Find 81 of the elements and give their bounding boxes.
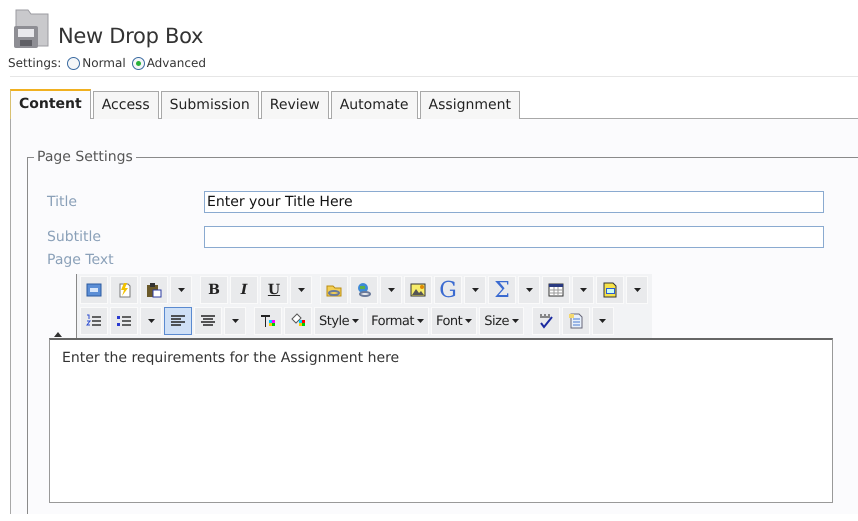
media-button[interactable] bbox=[596, 276, 624, 304]
editor-area[interactable]: Enter the requirements for the Assignment here bbox=[49, 338, 833, 503]
caret-icon bbox=[232, 319, 238, 323]
globe-link-button[interactable] bbox=[350, 276, 378, 304]
media-icon bbox=[602, 282, 618, 298]
dropdown-menu[interactable]: Style bbox=[314, 307, 364, 335]
bulleted-list-icon bbox=[116, 313, 132, 329]
tab[interactable]: Review bbox=[260, 91, 329, 119]
field-label: Subtitle bbox=[47, 228, 102, 244]
spell-check-button[interactable] bbox=[532, 307, 560, 335]
caret-icon bbox=[580, 288, 586, 292]
folder-link-button[interactable] bbox=[320, 276, 348, 304]
table-icon bbox=[548, 282, 564, 298]
caret-icon bbox=[472, 288, 478, 292]
caret-icon bbox=[416, 319, 424, 323]
numbered-list-icon bbox=[86, 313, 102, 329]
caret-icon bbox=[634, 288, 640, 292]
editor-text: Enter the requirements for the Assignment here bbox=[62, 350, 400, 366]
caret-icon bbox=[512, 319, 519, 323]
numbered-list-button[interactable] bbox=[80, 307, 108, 335]
dropdown-button[interactable] bbox=[518, 276, 540, 304]
field-label: Page Text bbox=[47, 252, 115, 270]
format-button[interactable]: G bbox=[434, 276, 462, 304]
input-field[interactable]: Enter your Title Here bbox=[204, 190, 824, 212]
table-button[interactable] bbox=[542, 276, 570, 304]
input-field[interactable] bbox=[204, 226, 824, 248]
dropdown-button[interactable] bbox=[592, 307, 614, 335]
caret-icon bbox=[178, 288, 184, 292]
radio-option[interactable]: Advanced bbox=[132, 56, 206, 70]
dropdown-button[interactable] bbox=[572, 276, 594, 304]
tab[interactable]: Access bbox=[92, 91, 159, 119]
window-icon bbox=[86, 282, 102, 298]
align-center-icon bbox=[200, 313, 216, 329]
caret-icon bbox=[599, 319, 606, 323]
bulleted-list-button[interactable] bbox=[110, 307, 138, 335]
image-icon bbox=[410, 282, 426, 298]
text-color-icon bbox=[260, 313, 276, 329]
template-icon bbox=[568, 313, 584, 329]
tab[interactable]: Submission bbox=[160, 91, 259, 119]
format-button[interactable]: Σ bbox=[488, 276, 516, 304]
format-button[interactable]: U bbox=[260, 276, 288, 304]
image-button[interactable] bbox=[404, 276, 432, 304]
dropdown-button[interactable] bbox=[380, 276, 402, 304]
paint-bucket-icon bbox=[290, 313, 306, 329]
field-label: Title bbox=[47, 194, 78, 210]
globe-link-icon bbox=[356, 282, 372, 298]
tab[interactable]: Assignment bbox=[420, 91, 520, 119]
document-lightning-button[interactable] bbox=[110, 276, 138, 304]
page-title: New Drop Box bbox=[58, 24, 204, 48]
caret-icon bbox=[526, 288, 532, 292]
align-left-icon bbox=[170, 313, 186, 329]
text-color-button[interactable] bbox=[254, 307, 282, 335]
spell-check-icon bbox=[538, 313, 554, 329]
template-button[interactable] bbox=[562, 307, 590, 335]
clipboard-icon bbox=[146, 282, 162, 298]
caret-icon bbox=[298, 288, 304, 292]
dropdown-button[interactable] bbox=[224, 307, 246, 335]
align-left-button[interactable] bbox=[164, 307, 192, 335]
format-button[interactable]: I bbox=[230, 276, 258, 304]
window-button[interactable] bbox=[80, 276, 108, 304]
dropdown-button[interactable] bbox=[464, 276, 486, 304]
caret-icon bbox=[388, 288, 394, 292]
dropdown-menu[interactable]: Size bbox=[479, 307, 524, 335]
settings-label: Settings: bbox=[8, 56, 62, 70]
radio-option[interactable]: Normal bbox=[67, 56, 126, 70]
paint-bucket-button[interactable] bbox=[284, 307, 312, 335]
dropdown-button[interactable] bbox=[140, 307, 162, 335]
dropdown-menu[interactable]: Font bbox=[430, 307, 478, 335]
caret-icon bbox=[465, 319, 472, 323]
dropdown-button[interactable] bbox=[626, 276, 648, 304]
tab[interactable]: Automate bbox=[330, 91, 418, 119]
format-button[interactable]: B bbox=[200, 276, 228, 304]
caret-icon bbox=[148, 319, 154, 323]
clipboard-button[interactable] bbox=[140, 276, 168, 304]
caret-icon bbox=[352, 319, 360, 323]
dropdown-menu[interactable]: Format bbox=[366, 307, 429, 335]
tab[interactable]: Content bbox=[10, 89, 91, 119]
align-center-button[interactable] bbox=[194, 307, 222, 335]
fieldset-legend: Page Settings bbox=[34, 149, 136, 165]
dropdown-button[interactable] bbox=[170, 276, 192, 304]
dropdown-button[interactable] bbox=[290, 276, 312, 304]
